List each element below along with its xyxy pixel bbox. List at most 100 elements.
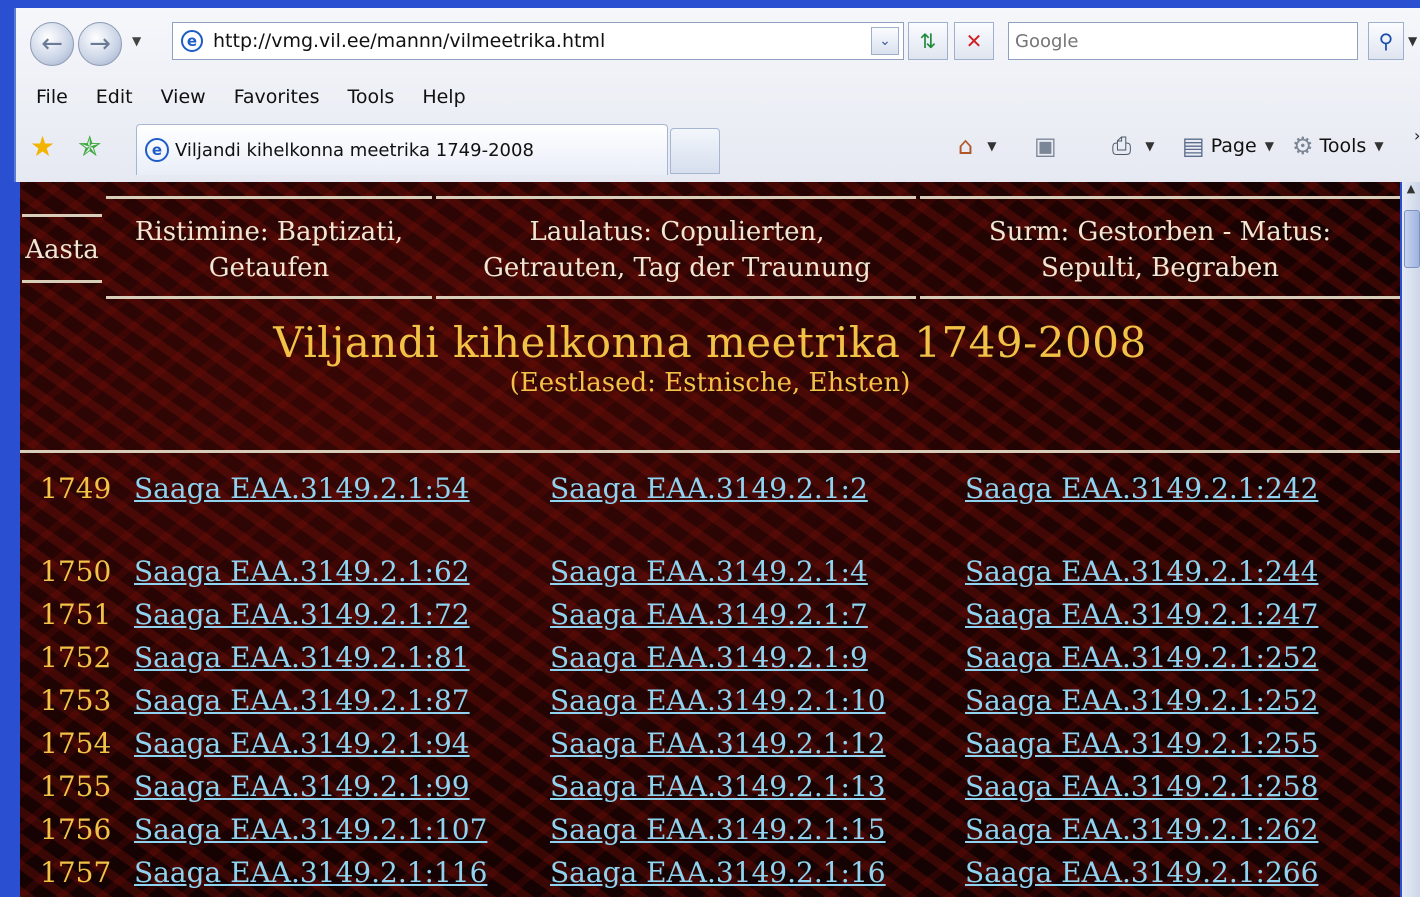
menu-help[interactable]: Help [422,86,465,108]
forward-arrow-icon: → [89,29,111,59]
refresh-button[interactable]: ⇅ [908,22,948,60]
forward-button[interactable]: → [78,22,122,66]
tab-active[interactable]: e Viljandi kihelkonna meetrika 1749-2008 [136,124,668,175]
stop-button[interactable]: ✕ [954,22,994,60]
rss-feed-icon: ▣ [1034,132,1057,160]
search-input[interactable] [1009,23,1347,59]
header-baptism-line2: Getaufen [208,253,330,283]
marriage-link[interactable]: Saaga EAA.3149.2.1:16 [550,856,886,889]
menu-edit[interactable]: Edit [96,86,133,108]
baptism-link[interactable]: Saaga EAA.3149.2.1:72 [134,598,470,631]
row-year: 1750 [40,555,112,588]
row-year: 1755 [40,770,112,803]
printer-icon: ⎙ [1112,132,1132,160]
section-divider [20,450,1400,453]
add-favorite-icon[interactable]: ✯ [78,130,101,163]
header-rule [436,296,916,299]
baptism-link[interactable]: Saaga EAA.3149.2.1:94 [134,727,470,760]
row-year: 1756 [40,813,112,846]
death-link[interactable]: Saaga EAA.3149.2.1:252 [965,684,1318,717]
tools-menu-button[interactable]: ⚙ Tools ▼ [1292,132,1384,160]
marriage-link[interactable]: Saaga EAA.3149.2.1:4 [550,555,868,588]
death-link[interactable]: Saaga EAA.3149.2.1:266 [965,856,1318,889]
search-icon: ⚲ [1378,29,1394,53]
row-year: 1752 [40,641,112,674]
print-button[interactable]: ⎙ ▼ [1112,132,1154,160]
header-year: Aasta [20,232,104,268]
row-year: 1753 [40,684,112,717]
death-link[interactable]: Saaga EAA.3149.2.1:242 [965,472,1318,505]
favorites-star-icon[interactable]: ★ [30,130,55,163]
back-button[interactable]: ← [30,22,74,66]
menu-tools[interactable]: Tools [348,86,395,108]
header-baptism-line1: Ristimine: Baptizati, [134,217,404,247]
vertical-scrollbar[interactable]: ▲ [1402,182,1420,897]
menu-favorites[interactable]: Favorites [234,86,320,108]
baptism-link[interactable]: Saaga EAA.3149.2.1:107 [134,813,487,846]
page-subtitle: (Eestlased: Estnische, Ehsten) [509,368,911,398]
death-link[interactable]: Saaga EAA.3149.2.1:258 [965,770,1318,803]
marriage-link[interactable]: Saaga EAA.3149.2.1:9 [550,641,868,674]
ie-page-icon: e [181,30,203,52]
death-link[interactable]: Saaga EAA.3149.2.1:252 [965,641,1318,674]
marriage-link[interactable]: Saaga EAA.3149.2.1:15 [550,813,886,846]
stop-icon: ✕ [965,29,983,53]
browser-chrome: ← → ▼ e ⌄ ⇅ ✕ ⚲ ▼ File Edit View Favorit… [14,8,1420,182]
refresh-icon: ⇅ [919,29,937,53]
row-year: 1757 [40,856,112,889]
address-input[interactable] [211,29,871,53]
new-tab-button[interactable] [670,128,720,174]
marriage-link[interactable]: Saaga EAA.3149.2.1:7 [550,598,868,631]
baptism-link[interactable]: Saaga EAA.3149.2.1:81 [134,641,470,674]
page-viewport: Aasta Ristimine: Baptizati, Getaufen Lau… [20,182,1400,897]
baptism-link[interactable]: Saaga EAA.3149.2.1:62 [134,555,470,588]
feeds-button[interactable]: ▣ [1034,132,1063,160]
ie-tab-icon: e [145,138,169,162]
death-link[interactable]: Saaga EAA.3149.2.1:244 [965,555,1318,588]
address-dropdown-icon[interactable]: ⌄ [871,27,899,55]
baptism-link[interactable]: Saaga EAA.3149.2.1:87 [134,684,470,717]
home-button[interactable]: ⌂ ▼ [958,132,996,160]
back-arrow-icon: ← [41,29,63,59]
chevron-down-icon[interactable]: ▼ [1145,139,1154,153]
home-icon: ⌂ [958,132,974,160]
baptism-link[interactable]: Saaga EAA.3149.2.1:99 [134,770,470,803]
search-options-dropdown-icon[interactable]: ▼ [1408,34,1417,48]
baptism-link[interactable]: Saaga EAA.3149.2.1:116 [134,856,487,889]
scroll-thumb[interactable] [1404,210,1420,268]
menu-view[interactable]: View [161,86,206,108]
death-link[interactable]: Saaga EAA.3149.2.1:262 [965,813,1318,846]
scroll-up-icon[interactable]: ▲ [1402,182,1420,202]
baptism-link[interactable]: Saaga EAA.3149.2.1:54 [134,472,470,505]
header-death: Surm: Gestorben - Matus: Sepulti, Begrab… [920,214,1400,286]
header-rule [920,196,1400,199]
header-baptism: Ristimine: Baptizati, Getaufen [106,214,432,286]
page-menu-button[interactable]: ▤ Page ▼ [1182,132,1274,160]
toolbar-overflow-icon[interactable]: › [1414,126,1420,145]
chevron-down-icon: ▼ [1264,139,1274,153]
page-menu-label: Page [1210,135,1257,157]
header-rule [106,296,432,299]
header-rule [920,296,1400,299]
marriage-link[interactable]: Saaga EAA.3149.2.1:10 [550,684,886,717]
header-rule [436,196,916,199]
chevron-down-icon[interactable]: ▼ [987,139,996,153]
recent-pages-dropdown-icon[interactable]: ▼ [132,34,141,48]
marriage-link[interactable]: Saaga EAA.3149.2.1:2 [550,472,868,505]
header-death-line2: Sepulti, Begraben [1040,253,1280,283]
row-year: 1749 [40,472,112,505]
header-marriage-line1: Laulatus: Copulierten, [529,217,825,247]
page-icon: ▤ [1182,132,1205,160]
header-rule [22,214,102,217]
header-rule [106,196,432,199]
menu-file[interactable]: File [36,86,68,108]
address-bar[interactable]: e ⌄ [172,22,904,60]
death-link[interactable]: Saaga EAA.3149.2.1:247 [965,598,1318,631]
header-death-line1: Surm: Gestorben - Matus: [988,217,1332,247]
death-link[interactable]: Saaga EAA.3149.2.1:255 [965,727,1318,760]
search-button[interactable]: ⚲ [1368,22,1404,60]
header-marriage: Laulatus: Copulierten, Getrauten, Tag de… [436,214,918,286]
marriage-link[interactable]: Saaga EAA.3149.2.1:13 [550,770,886,803]
search-box[interactable] [1008,22,1358,60]
marriage-link[interactable]: Saaga EAA.3149.2.1:12 [550,727,886,760]
